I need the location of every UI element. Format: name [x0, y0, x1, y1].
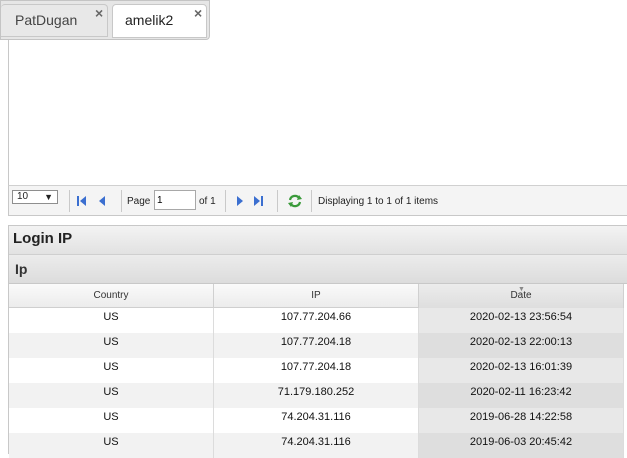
toolbar-separator — [225, 190, 226, 212]
refresh-icon[interactable] — [287, 194, 303, 208]
column-headers: Country IP ▼ Date — [9, 284, 624, 308]
login-ip-panel: Login IP Ip Country IP ▼ Date US 107.77.… — [8, 225, 627, 458]
table-row[interactable]: US 74.204.31.116 2019-06-28 14:22:58 — [9, 408, 624, 433]
cell-country: US — [9, 433, 214, 458]
login-ip-grid: Country IP ▼ Date US 107.77.204.66 2020-… — [9, 284, 624, 458]
table-row[interactable]: US 107.77.204.18 2020-02-13 22:00:13 — [9, 333, 624, 358]
paging-toolbar: 10 ▼ Page of 1 Displaying 1 to 1 of 1 it… — [8, 185, 627, 216]
chevron-down-icon: ▼ — [44, 192, 53, 202]
cell-country: US — [9, 358, 214, 383]
tab-patdugan[interactable]: PatDugan × — [1, 4, 108, 37]
column-header-date[interactable]: ▼ Date — [419, 284, 624, 308]
table-row[interactable]: US 71.179.180.252 2020-02-11 16:23:42 — [9, 383, 624, 408]
tab-label: amelik2 — [125, 12, 174, 28]
toolbar-separator — [121, 190, 122, 212]
page-label: Page — [127, 196, 151, 207]
close-icon[interactable]: × — [194, 0, 202, 29]
display-message: Displaying 1 to 1 of 1 items — [318, 196, 439, 207]
cell-ip: 74.204.31.116 — [214, 433, 419, 458]
page-count-label: of 1 — [199, 196, 216, 207]
last-page-icon[interactable] — [252, 194, 264, 208]
toolbar-separator — [311, 190, 312, 212]
tab-amelik2[interactable]: amelik2 × — [112, 4, 207, 38]
cell-country: US — [9, 408, 214, 433]
tab-bar: PatDugan × amelik2 × — [0, 0, 210, 40]
group-header[interactable]: Ip — [9, 255, 627, 284]
cell-date: 2020-02-13 16:01:39 — [419, 358, 624, 383]
page-size-select[interactable]: 10 ▼ — [12, 190, 58, 204]
table-row[interactable]: US 74.204.31.116 2019-06-03 20:45:42 — [9, 433, 624, 458]
cell-date: 2019-06-28 14:22:58 — [419, 408, 624, 433]
prev-page-icon[interactable] — [96, 194, 108, 208]
cell-country: US — [9, 383, 214, 408]
column-header-country[interactable]: Country — [9, 284, 214, 308]
cell-country: US — [9, 333, 214, 358]
cell-ip: 107.77.204.66 — [214, 308, 419, 333]
page-size-value: 10 — [17, 191, 29, 202]
cell-date: 2020-02-11 16:23:42 — [419, 383, 624, 408]
next-page-icon[interactable] — [234, 194, 246, 208]
toolbar-separator — [277, 190, 278, 212]
toolbar-separator — [69, 190, 70, 212]
cell-date: 2020-02-13 22:00:13 — [419, 333, 624, 358]
column-header-ip[interactable]: IP — [214, 284, 419, 308]
sort-desc-icon: ▼ — [518, 286, 525, 293]
first-page-icon[interactable] — [76, 194, 88, 208]
table-row[interactable]: US 107.77.204.18 2020-02-13 16:01:39 — [9, 358, 624, 383]
panel-title: Login IP — [9, 226, 627, 255]
table-row[interactable]: US 107.77.204.66 2020-02-13 23:56:54 — [9, 308, 624, 333]
cell-country: US — [9, 308, 214, 333]
grid-rows: US 107.77.204.66 2020-02-13 23:56:54 US … — [9, 308, 624, 458]
cell-ip: 107.77.204.18 — [214, 358, 419, 383]
page-number-input[interactable] — [154, 190, 196, 210]
cell-ip: 74.204.31.116 — [214, 408, 419, 433]
cell-ip: 107.77.204.18 — [214, 333, 419, 358]
tab-label: PatDugan — [15, 12, 78, 28]
cell-date: 2019-06-03 20:45:42 — [419, 433, 624, 458]
cell-date: 2020-02-13 23:56:54 — [419, 308, 624, 333]
close-icon[interactable]: × — [95, 0, 103, 29]
cell-ip: 71.179.180.252 — [214, 383, 419, 408]
